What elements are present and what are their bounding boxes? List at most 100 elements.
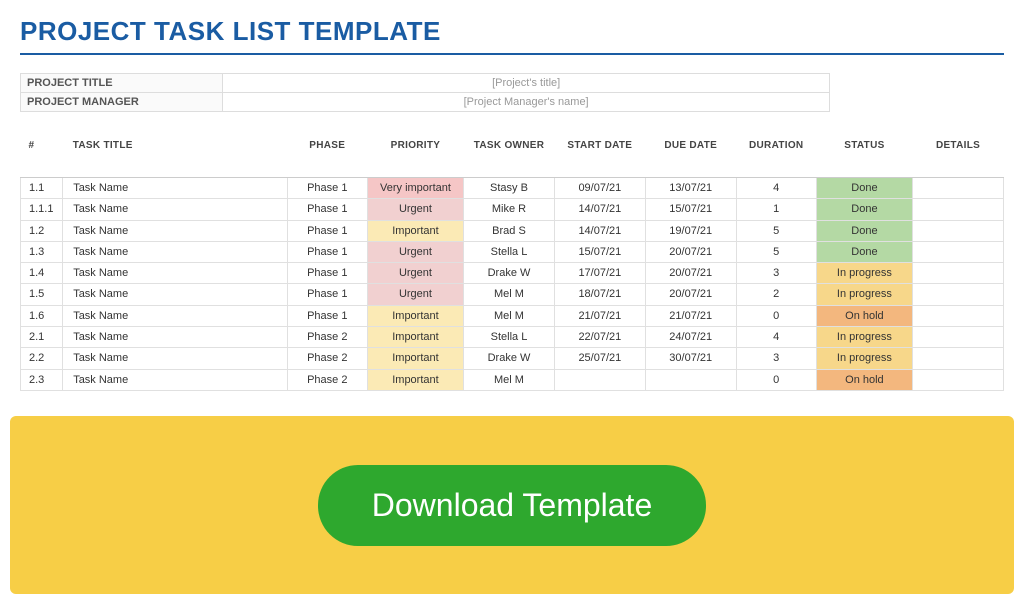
cell-phase: Phase 2 (287, 327, 367, 348)
cell-id: 2.2 (21, 348, 63, 369)
cell-status: On hold (816, 305, 912, 326)
cell-task-title: Task Name (63, 369, 288, 390)
cell-owner: Stella L (464, 327, 555, 348)
meta-table: PROJECT TITLE [Project's title] PROJECT … (20, 73, 830, 112)
project-title-value[interactable]: [Project's title] (223, 74, 830, 93)
cell-details (913, 369, 1004, 390)
cell-task-title: Task Name (63, 199, 288, 220)
header-priority: PRIORITY (367, 130, 463, 178)
cell-due-date: 15/07/21 (645, 199, 736, 220)
cell-id: 1.3 (21, 241, 63, 262)
cell-priority: Very important (367, 178, 463, 199)
cell-status: Done (816, 220, 912, 241)
cell-status: In progress (816, 263, 912, 284)
table-row: 1.5Task NamePhase 1UrgentMel M18/07/2120… (21, 284, 1004, 305)
cell-phase: Phase 1 (287, 241, 367, 262)
cell-id: 1.2 (21, 220, 63, 241)
page-title: PROJECT TASK LIST TEMPLATE (20, 16, 1004, 55)
header-phase: PHASE (287, 130, 367, 178)
table-row: 2.3Task NamePhase 2ImportantMel M0On hol… (21, 369, 1004, 390)
cell-due-date: 13/07/21 (645, 178, 736, 199)
table-row: 1.1.1Task NamePhase 1UrgentMike R14/07/2… (21, 199, 1004, 220)
cell-start-date: 21/07/21 (554, 305, 645, 326)
cell-task-title: Task Name (63, 348, 288, 369)
cell-priority: Important (367, 327, 463, 348)
cell-owner: Stella L (464, 241, 555, 262)
cell-due-date: 20/07/21 (645, 284, 736, 305)
cell-duration: 5 (736, 241, 816, 262)
cell-phase: Phase 2 (287, 369, 367, 390)
header-task-title: TASK TITLE (63, 130, 288, 178)
cell-duration: 4 (736, 178, 816, 199)
cell-duration: 0 (736, 305, 816, 326)
cell-start-date: 18/07/21 (554, 284, 645, 305)
cell-details (913, 178, 1004, 199)
cell-owner: Drake W (464, 348, 555, 369)
cell-due-date: 20/07/21 (645, 241, 736, 262)
cell-details (913, 199, 1004, 220)
download-template-button[interactable]: Download Template (318, 465, 706, 546)
cell-details (913, 348, 1004, 369)
cell-start-date: 15/07/21 (554, 241, 645, 262)
cell-details (913, 263, 1004, 284)
cell-status: Done (816, 241, 912, 262)
cell-task-title: Task Name (63, 305, 288, 326)
table-row: 1.2Task NamePhase 1ImportantBrad S14/07/… (21, 220, 1004, 241)
cell-duration: 0 (736, 369, 816, 390)
cell-id: 1.1.1 (21, 199, 63, 220)
cell-task-title: Task Name (63, 178, 288, 199)
cell-details (913, 305, 1004, 326)
cell-phase: Phase 1 (287, 263, 367, 284)
cell-details (913, 327, 1004, 348)
header-duration: DURATION (736, 130, 816, 178)
task-table: # TASK TITLE PHASE PRIORITY TASK OWNER S… (20, 130, 1004, 391)
cell-duration: 5 (736, 220, 816, 241)
cell-start-date: 14/07/21 (554, 220, 645, 241)
cell-start-date: 25/07/21 (554, 348, 645, 369)
cell-start-date (554, 369, 645, 390)
cell-task-title: Task Name (63, 241, 288, 262)
cell-duration: 4 (736, 327, 816, 348)
cell-duration: 1 (736, 199, 816, 220)
table-row: 1.4Task NamePhase 1UrgentDrake W17/07/21… (21, 263, 1004, 284)
table-row: 1.1Task NamePhase 1Very importantStasy B… (21, 178, 1004, 199)
cell-priority: Important (367, 348, 463, 369)
cell-start-date: 17/07/21 (554, 263, 645, 284)
cell-task-title: Task Name (63, 263, 288, 284)
cell-details (913, 241, 1004, 262)
cell-start-date: 09/07/21 (554, 178, 645, 199)
header-details: DETAILS (913, 130, 1004, 178)
cell-id: 1.5 (21, 284, 63, 305)
cell-priority: Urgent (367, 199, 463, 220)
cell-start-date: 22/07/21 (554, 327, 645, 348)
cell-priority: Important (367, 369, 463, 390)
cell-duration: 3 (736, 263, 816, 284)
cell-details (913, 284, 1004, 305)
cell-due-date: 24/07/21 (645, 327, 736, 348)
cell-duration: 2 (736, 284, 816, 305)
header-status: STATUS (816, 130, 912, 178)
cell-due-date: 30/07/21 (645, 348, 736, 369)
cell-id: 2.1 (21, 327, 63, 348)
cell-owner: Mel M (464, 305, 555, 326)
cell-owner: Mel M (464, 284, 555, 305)
cell-owner: Stasy B (464, 178, 555, 199)
table-row: 2.2Task NamePhase 2ImportantDrake W25/07… (21, 348, 1004, 369)
cell-due-date: 21/07/21 (645, 305, 736, 326)
cell-priority: Urgent (367, 284, 463, 305)
project-title-label: PROJECT TITLE (21, 74, 223, 93)
cell-id: 1.6 (21, 305, 63, 326)
cell-task-title: Task Name (63, 284, 288, 305)
cell-status: In progress (816, 284, 912, 305)
cell-status: In progress (816, 327, 912, 348)
cell-due-date: 20/07/21 (645, 263, 736, 284)
cell-due-date: 19/07/21 (645, 220, 736, 241)
table-row: 1.6Task NamePhase 1ImportantMel M21/07/2… (21, 305, 1004, 326)
cell-id: 2.3 (21, 369, 63, 390)
cell-due-date (645, 369, 736, 390)
cell-status: Done (816, 199, 912, 220)
header-start-date: START DATE (554, 130, 645, 178)
cell-status: Done (816, 178, 912, 199)
project-manager-value[interactable]: [Project Manager's name] (223, 93, 830, 112)
cell-task-title: Task Name (63, 220, 288, 241)
